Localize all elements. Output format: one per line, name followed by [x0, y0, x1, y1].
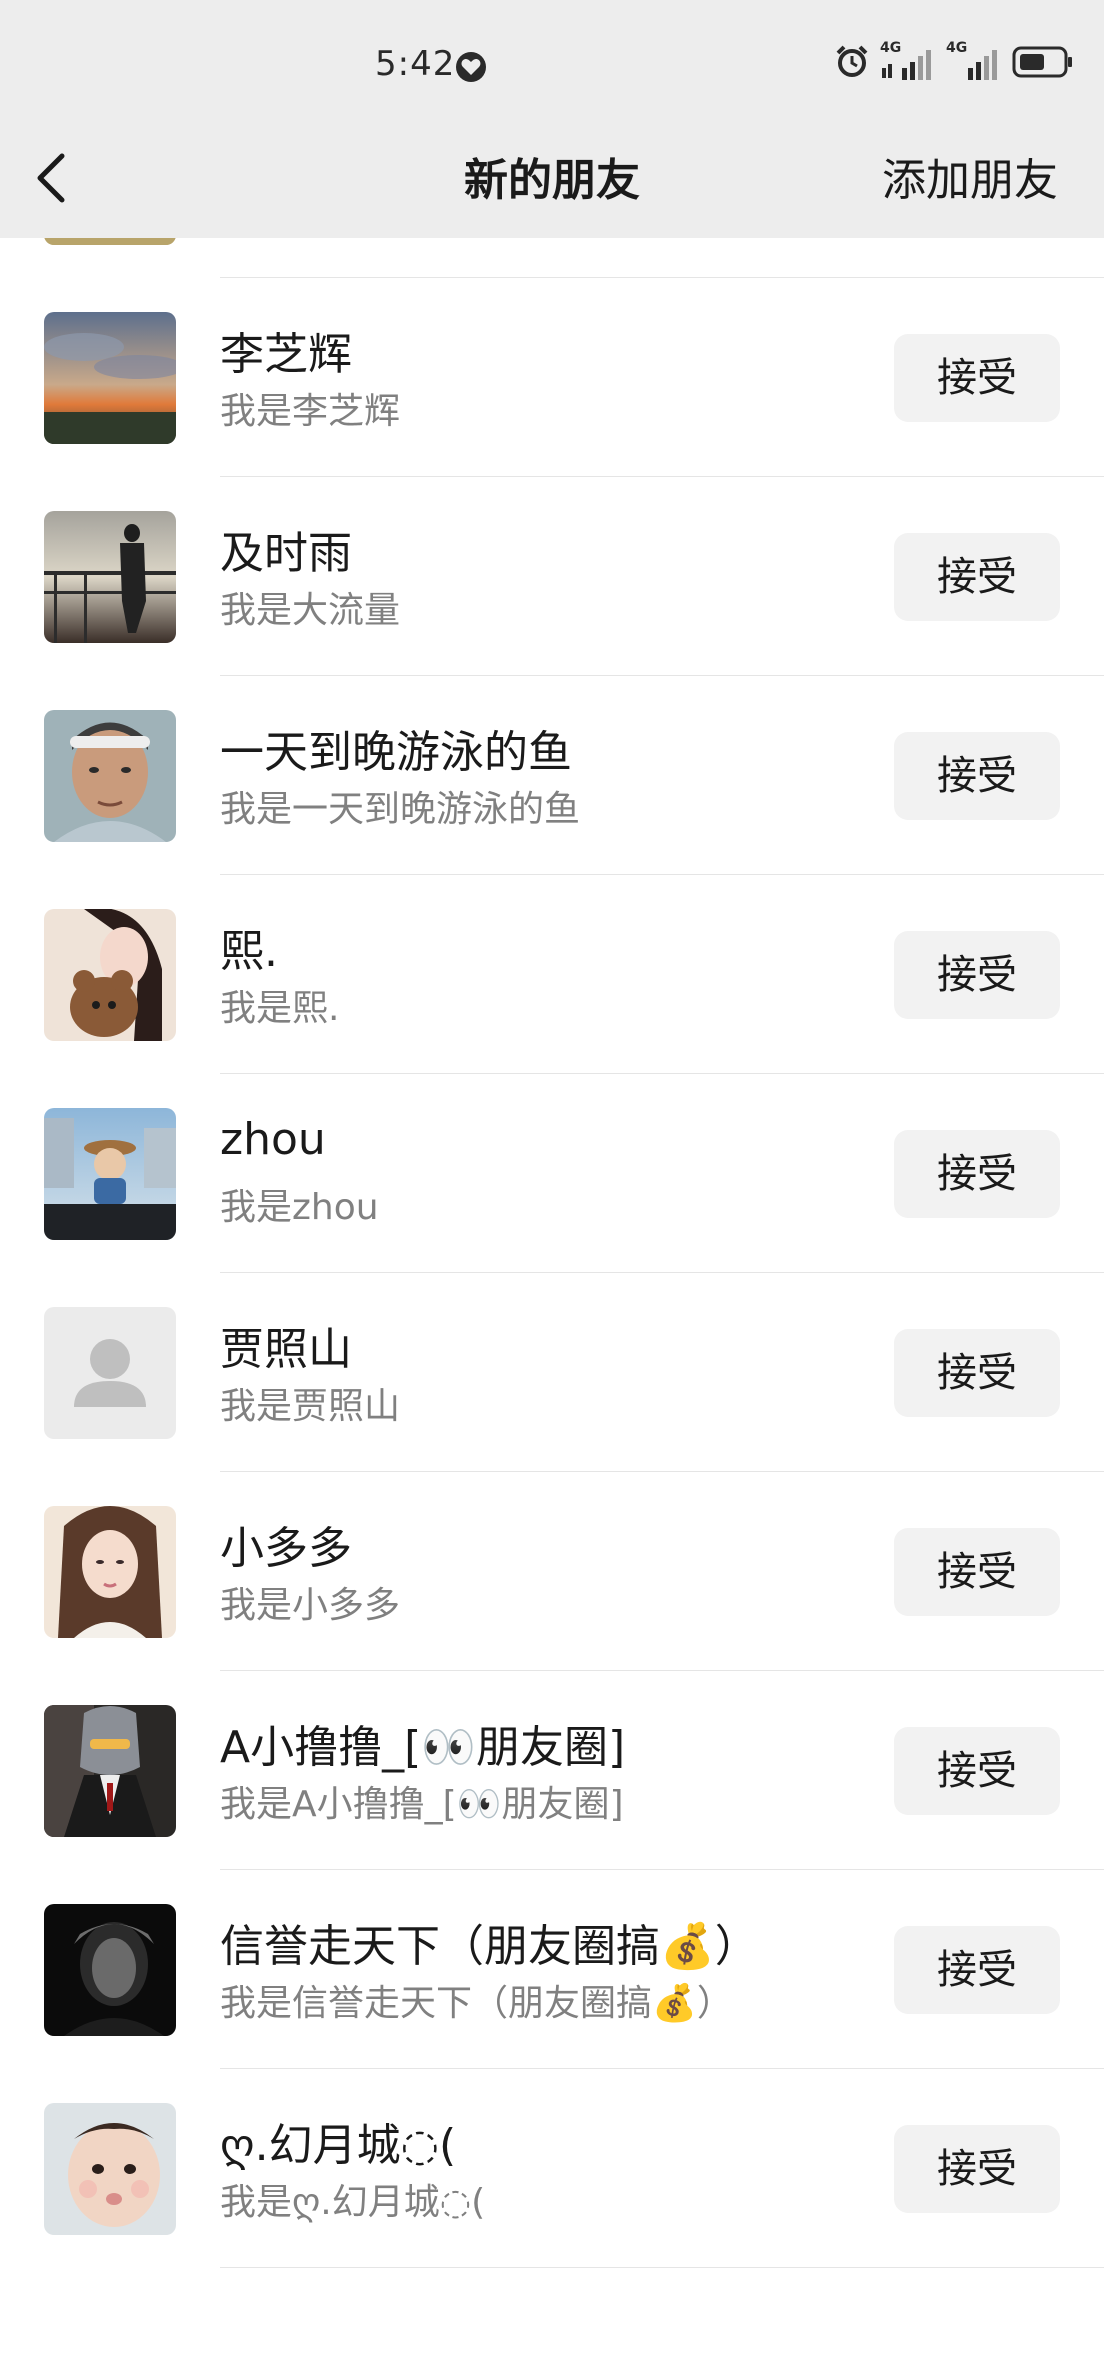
- friend-request-row[interactable]: 李芝辉我是李芝辉 接受: [0, 278, 1104, 477]
- request-name: ღ.幻月城◌(: [220, 2120, 457, 2171]
- accept-button[interactable]: 接受: [894, 931, 1060, 1019]
- request-message: 我是zhou: [220, 1187, 379, 1228]
- request-message: 我是李芝辉: [220, 391, 401, 432]
- accept-button[interactable]: 接受: [894, 533, 1060, 621]
- header: 5:42 4G 4G 新的朋友 添加朋友: [0, 0, 1104, 238]
- request-name: zhou: [220, 1114, 326, 1165]
- avatar-man-at-railing[interactable]: [44, 511, 176, 643]
- avatar-sunset-sky[interactable]: [44, 312, 176, 444]
- avatar-woman-with-teddy-bear[interactable]: [44, 909, 176, 1041]
- request-name: 小多多: [220, 1523, 352, 1574]
- request-message: 我是熙.: [220, 988, 340, 1029]
- accept-button[interactable]: 接受: [894, 334, 1060, 422]
- friend-request-row[interactable]: A小撸撸_[👀朋友圈] 我是A小撸撸_[👀朋友圈] 接受: [0, 1671, 1104, 1870]
- friend-request-row[interactable]: 一天到晚游泳的鱼我是一天到晚游泳的鱼 接受: [0, 676, 1104, 875]
- request-name: 一天到晚游泳的鱼: [220, 727, 572, 778]
- request-message: 我是贾照山: [220, 1386, 401, 1427]
- request-name: 及时雨: [220, 528, 352, 579]
- request-name: 熙.: [220, 926, 278, 977]
- request-name: 李芝辉: [220, 329, 352, 380]
- avatar-dark-portrait[interactable]: [44, 1904, 176, 2036]
- friend-request-row[interactable]: 小多多我是小多多 接受: [0, 1472, 1104, 1671]
- request-name: A小撸撸_[👀朋友圈]: [220, 1722, 626, 1773]
- add-friend-button[interactable]: 添加朋友: [882, 144, 1058, 208]
- request-name: 信誉走天下（朋友圈搞💰）: [220, 1921, 759, 1972]
- nav-bar: 新的朋友 添加朋友: [0, 130, 1104, 238]
- request-name: 贾照山: [220, 1324, 352, 1375]
- avatar-masked-figure[interactable]: [44, 1705, 176, 1837]
- signal-icon-2: 4G: [946, 40, 1002, 84]
- friend-request-row[interactable]: ღ.幻月城◌( 我是ღ.幻月城◌( 接受: [0, 2069, 1104, 2268]
- status-icons: 4G 4G: [834, 40, 1074, 84]
- accept-button[interactable]: 接受: [894, 1727, 1060, 1815]
- heart-icon: [454, 50, 488, 84]
- accept-button[interactable]: 接受: [894, 1329, 1060, 1417]
- avatar-baby-face[interactable]: [44, 2103, 176, 2235]
- friend-request-row[interactable]: 信誉走天下（朋友圈搞💰） 我是信誉走天下（朋友圈搞💰） 接受: [0, 1870, 1104, 2069]
- friend-request-row[interactable]: 贾照山我是贾照山 接受: [0, 1273, 1104, 1472]
- signal-icon-1: 4G: [880, 40, 936, 84]
- avatar-man-selfie[interactable]: [44, 710, 176, 842]
- request-message: 我是A小撸撸_[👀朋友圈]: [220, 1784, 624, 1825]
- avatar-figurine-car[interactable]: [44, 1108, 176, 1240]
- friend-request-row[interactable]: 熙. 我是熙. 接受: [0, 875, 1104, 1074]
- accept-button[interactable]: 接受: [894, 1926, 1060, 2014]
- avatar-default-placeholder[interactable]: [44, 1307, 176, 1439]
- row-divider: [220, 2267, 1104, 2268]
- accept-button[interactable]: 接受: [894, 1528, 1060, 1616]
- battery-icon: [1012, 45, 1074, 83]
- request-message: 我是一天到晚游泳的鱼: [220, 789, 581, 830]
- alarm-icon: [834, 44, 870, 84]
- avatar-woman-portrait[interactable]: [44, 1506, 176, 1638]
- status-time: 5:42: [375, 44, 456, 84]
- request-message: 我是ღ.幻月城◌(: [220, 2182, 486, 2223]
- request-message: 我是小多多: [220, 1585, 401, 1626]
- status-bar: 5:42 4G 4G: [0, 0, 1104, 130]
- accept-button[interactable]: 接受: [894, 2125, 1060, 2213]
- request-message: 我是大流量: [220, 590, 401, 631]
- accept-button[interactable]: 接受: [894, 1130, 1060, 1218]
- accept-button[interactable]: 接受: [894, 732, 1060, 820]
- request-message: 我是信誉走天下（朋友圈搞💰）: [220, 1983, 733, 2024]
- friend-request-row[interactable]: 及时雨我是大流量 接受: [0, 477, 1104, 676]
- friend-request-row[interactable]: zhou 我是zhou 接受: [0, 1074, 1104, 1273]
